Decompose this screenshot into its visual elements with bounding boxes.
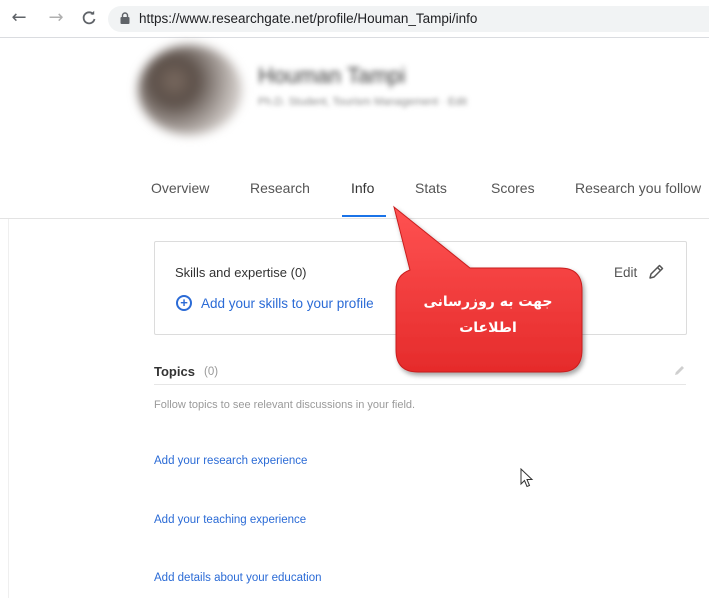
callout-text: جهت به روزرسانی اطلاعات [395,289,581,341]
topics-title: Topics [154,364,195,379]
add-education-link[interactable]: Add details about your education [154,572,322,584]
address-bar[interactable]: https://www.researchgate.net/profile/Hou… [108,6,709,32]
browser-toolbar: ← → https://www.researchgate.net/profile… [0,0,709,38]
toolbar-divider [0,37,709,38]
tab-overview[interactable]: Overview [151,180,209,196]
tab-research-you-follow[interactable]: Research you follow [575,180,701,196]
mouse-cursor-icon [520,468,534,488]
callout-line-1: جهت به روزرسانی [423,294,553,310]
skills-title: Skills and expertise (0) [175,265,307,280]
topics-divider [154,384,686,385]
add-research-experience-link[interactable]: Add your research experience [154,455,307,467]
add-teaching-experience-link[interactable]: Add your teaching experience [154,514,306,526]
pencil-icon[interactable] [673,364,686,377]
back-icon[interactable]: ← [10,8,28,28]
forward-icon[interactable]: → [47,8,65,28]
add-circle-icon[interactable]: + [176,295,192,311]
edit-skills-button[interactable]: Edit [614,265,637,280]
left-column-divider [8,219,9,598]
tab-stats[interactable]: Stats [415,180,447,196]
url-text: https://www.researchgate.net/profile/Hou… [139,11,478,26]
pencil-icon[interactable] [647,263,665,281]
reload-icon[interactable] [80,8,98,28]
tab-info[interactable]: Info [351,180,374,196]
profile-subtitle: Ph.D. Student, Tourism Management · Edit [258,96,467,108]
tab-scores[interactable]: Scores [491,180,535,196]
callout-line-2: اطلاعات [459,320,517,336]
topics-hint: Follow topics to see relevant discussion… [154,399,416,411]
lock-icon [120,12,130,24]
tabs-divider [0,218,709,219]
add-skills-link[interactable]: Add your skills to your profile [201,296,374,311]
active-tab-indicator [342,215,386,217]
topics-count: (0) [204,366,219,378]
profile-name: Houman Tampi [258,63,406,88]
tab-research[interactable]: Research [250,180,310,196]
avatar[interactable] [138,45,242,135]
